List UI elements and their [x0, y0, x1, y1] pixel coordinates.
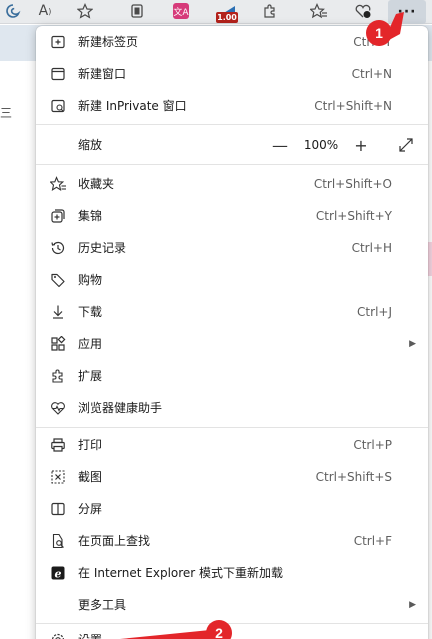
zoom-in-button[interactable]: +	[347, 129, 375, 161]
browser-essentials-icon[interactable]	[350, 0, 376, 22]
shopping-tag-icon	[49, 271, 67, 289]
menu-label: 更多工具	[78, 598, 127, 612]
extensions-icon	[49, 367, 67, 385]
settings-and-more-button[interactable]: ···	[388, 0, 426, 24]
menu-item-screenshot[interactable]: 截图 Ctrl+Shift+S	[36, 461, 428, 493]
menu-label: 设置	[78, 624, 102, 639]
menu-label: 在 Internet Explorer 模式下重新加载	[78, 566, 284, 580]
annotation-step-1: 1	[366, 20, 392, 46]
settings-menu: 新建标签页 Ctrl+T 新建窗口 Ctrl+N 新建 InPrivate 窗口…	[36, 26, 428, 639]
menu-item-settings[interactable]: 设置	[36, 624, 428, 639]
extensions-puzzle-icon[interactable]	[257, 0, 283, 22]
menu-item-favorites[interactable]: 收藏夹 Ctrl+Shift+O	[36, 168, 428, 200]
menu-shortcut: Ctrl+Shift+Y	[315, 209, 392, 223]
find-on-page-icon	[49, 532, 67, 550]
menu-item-downloads[interactable]: 下载 Ctrl+J	[36, 296, 428, 328]
menu-label: 分屏	[78, 502, 103, 516]
menu-shortcut: Ctrl+P	[353, 438, 392, 452]
zoom-out-button[interactable]: —	[266, 129, 294, 161]
internet-explorer-icon: e	[49, 564, 67, 582]
menu-label: 新建 InPrivate 窗口	[78, 99, 187, 113]
menu-label: 在页面上查找	[78, 534, 151, 548]
gear-icon	[49, 631, 67, 639]
menu-item-new-inprivate-window[interactable]: 新建 InPrivate 窗口 Ctrl+Shift+N	[36, 90, 428, 122]
menu-item-zoom: 缩放 — 100% +	[36, 129, 428, 161]
menu-item-more-tools[interactable]: 更多工具 ▶	[36, 589, 428, 621]
menu-label: 历史记录	[78, 241, 127, 255]
collections-icon	[49, 207, 67, 225]
menu-shortcut: Ctrl+H	[351, 241, 392, 255]
menu-item-new-window[interactable]: 新建窗口 Ctrl+N	[36, 58, 428, 90]
menu-label: 集锦	[78, 209, 103, 223]
history-icon	[49, 239, 67, 257]
menu-item-history[interactable]: 历史记录 Ctrl+H	[36, 232, 428, 264]
menu-label: 下载	[78, 305, 103, 319]
menu-shortcut: Ctrl+Shift+O	[313, 177, 392, 191]
download-icon	[49, 303, 67, 321]
menu-shortcut: Ctrl+F	[353, 534, 392, 548]
menu-separator	[36, 124, 428, 125]
menu-item-browser-essentials[interactable]: 浏览器健康助手	[36, 392, 428, 424]
menu-item-collections[interactable]: 集锦 Ctrl+Shift+Y	[36, 200, 428, 232]
menu-label: 收藏夹	[78, 177, 115, 191]
menu-label: 打印	[78, 438, 103, 452]
edge-icon[interactable]	[0, 0, 26, 22]
menu-item-find-on-page[interactable]: 在页面上查找 Ctrl+F	[36, 525, 428, 557]
speed-extension-badge: 1.00	[216, 12, 238, 23]
page-left-glyph: 三	[0, 106, 13, 120]
menu-label: 扩展	[78, 369, 103, 383]
zoom-level: 100%	[303, 138, 339, 152]
menu-item-extensions[interactable]: 扩展	[36, 360, 428, 392]
favorites-icon	[49, 175, 67, 193]
inprivate-window-icon	[49, 97, 67, 115]
menu-label: 浏览器健康助手	[78, 401, 163, 415]
annotation-step-2: 2	[206, 620, 232, 639]
menu-label: 应用	[78, 337, 103, 351]
menu-label: 新建标签页	[78, 35, 139, 49]
submenu-arrow-icon: ▶	[409, 339, 416, 349]
menu-shortcut: Ctrl+J	[357, 305, 392, 319]
menu-item-print[interactable]: 打印 Ctrl+P	[36, 429, 428, 461]
menu-label: 截图	[78, 470, 103, 484]
menu-separator	[36, 427, 428, 428]
new-window-icon	[49, 65, 67, 83]
new-tab-icon	[49, 33, 67, 51]
menu-shortcut: Ctrl+Shift+S	[315, 470, 392, 484]
screenshot-icon	[49, 468, 67, 486]
browser-toolbar: A) 文A 1.00 ···	[0, 0, 432, 24]
menu-label: 购物	[78, 273, 103, 287]
read-aloud-label: A	[38, 3, 49, 19]
menu-separator	[36, 164, 428, 165]
printer-icon	[49, 436, 67, 454]
fullscreen-icon[interactable]	[394, 129, 418, 161]
menu-shortcut: Ctrl+N	[351, 67, 392, 81]
svg-text:文A: 文A	[173, 6, 189, 18]
menu-item-apps[interactable]: 应用 ▶	[36, 328, 428, 360]
menu-label: 新建窗口	[78, 67, 127, 81]
translate-extension-icon[interactable]: 文A	[168, 0, 194, 22]
favorites-list-icon[interactable]	[306, 0, 332, 22]
menu-shortcut: Ctrl+Shift+N	[314, 99, 392, 113]
split-screen-icon	[49, 500, 67, 518]
read-aloud-icon[interactable]: A)	[32, 0, 58, 22]
submenu-arrow-icon: ▶	[409, 600, 416, 610]
menu-item-ie-mode[interactable]: e 在 Internet Explorer 模式下重新加载	[36, 557, 428, 589]
collections-tab-icon[interactable]	[124, 0, 150, 22]
svg-text:e: e	[55, 567, 62, 580]
more-dots-icon: ···	[397, 4, 417, 20]
heart-pulse-icon	[49, 399, 67, 417]
apps-grid-icon	[49, 335, 67, 353]
menu-item-split-screen[interactable]: 分屏	[36, 493, 428, 525]
menu-item-shopping[interactable]: 购物	[36, 264, 428, 296]
zoom-label: 缩放	[78, 138, 103, 152]
favorite-star-icon[interactable]	[72, 0, 98, 22]
